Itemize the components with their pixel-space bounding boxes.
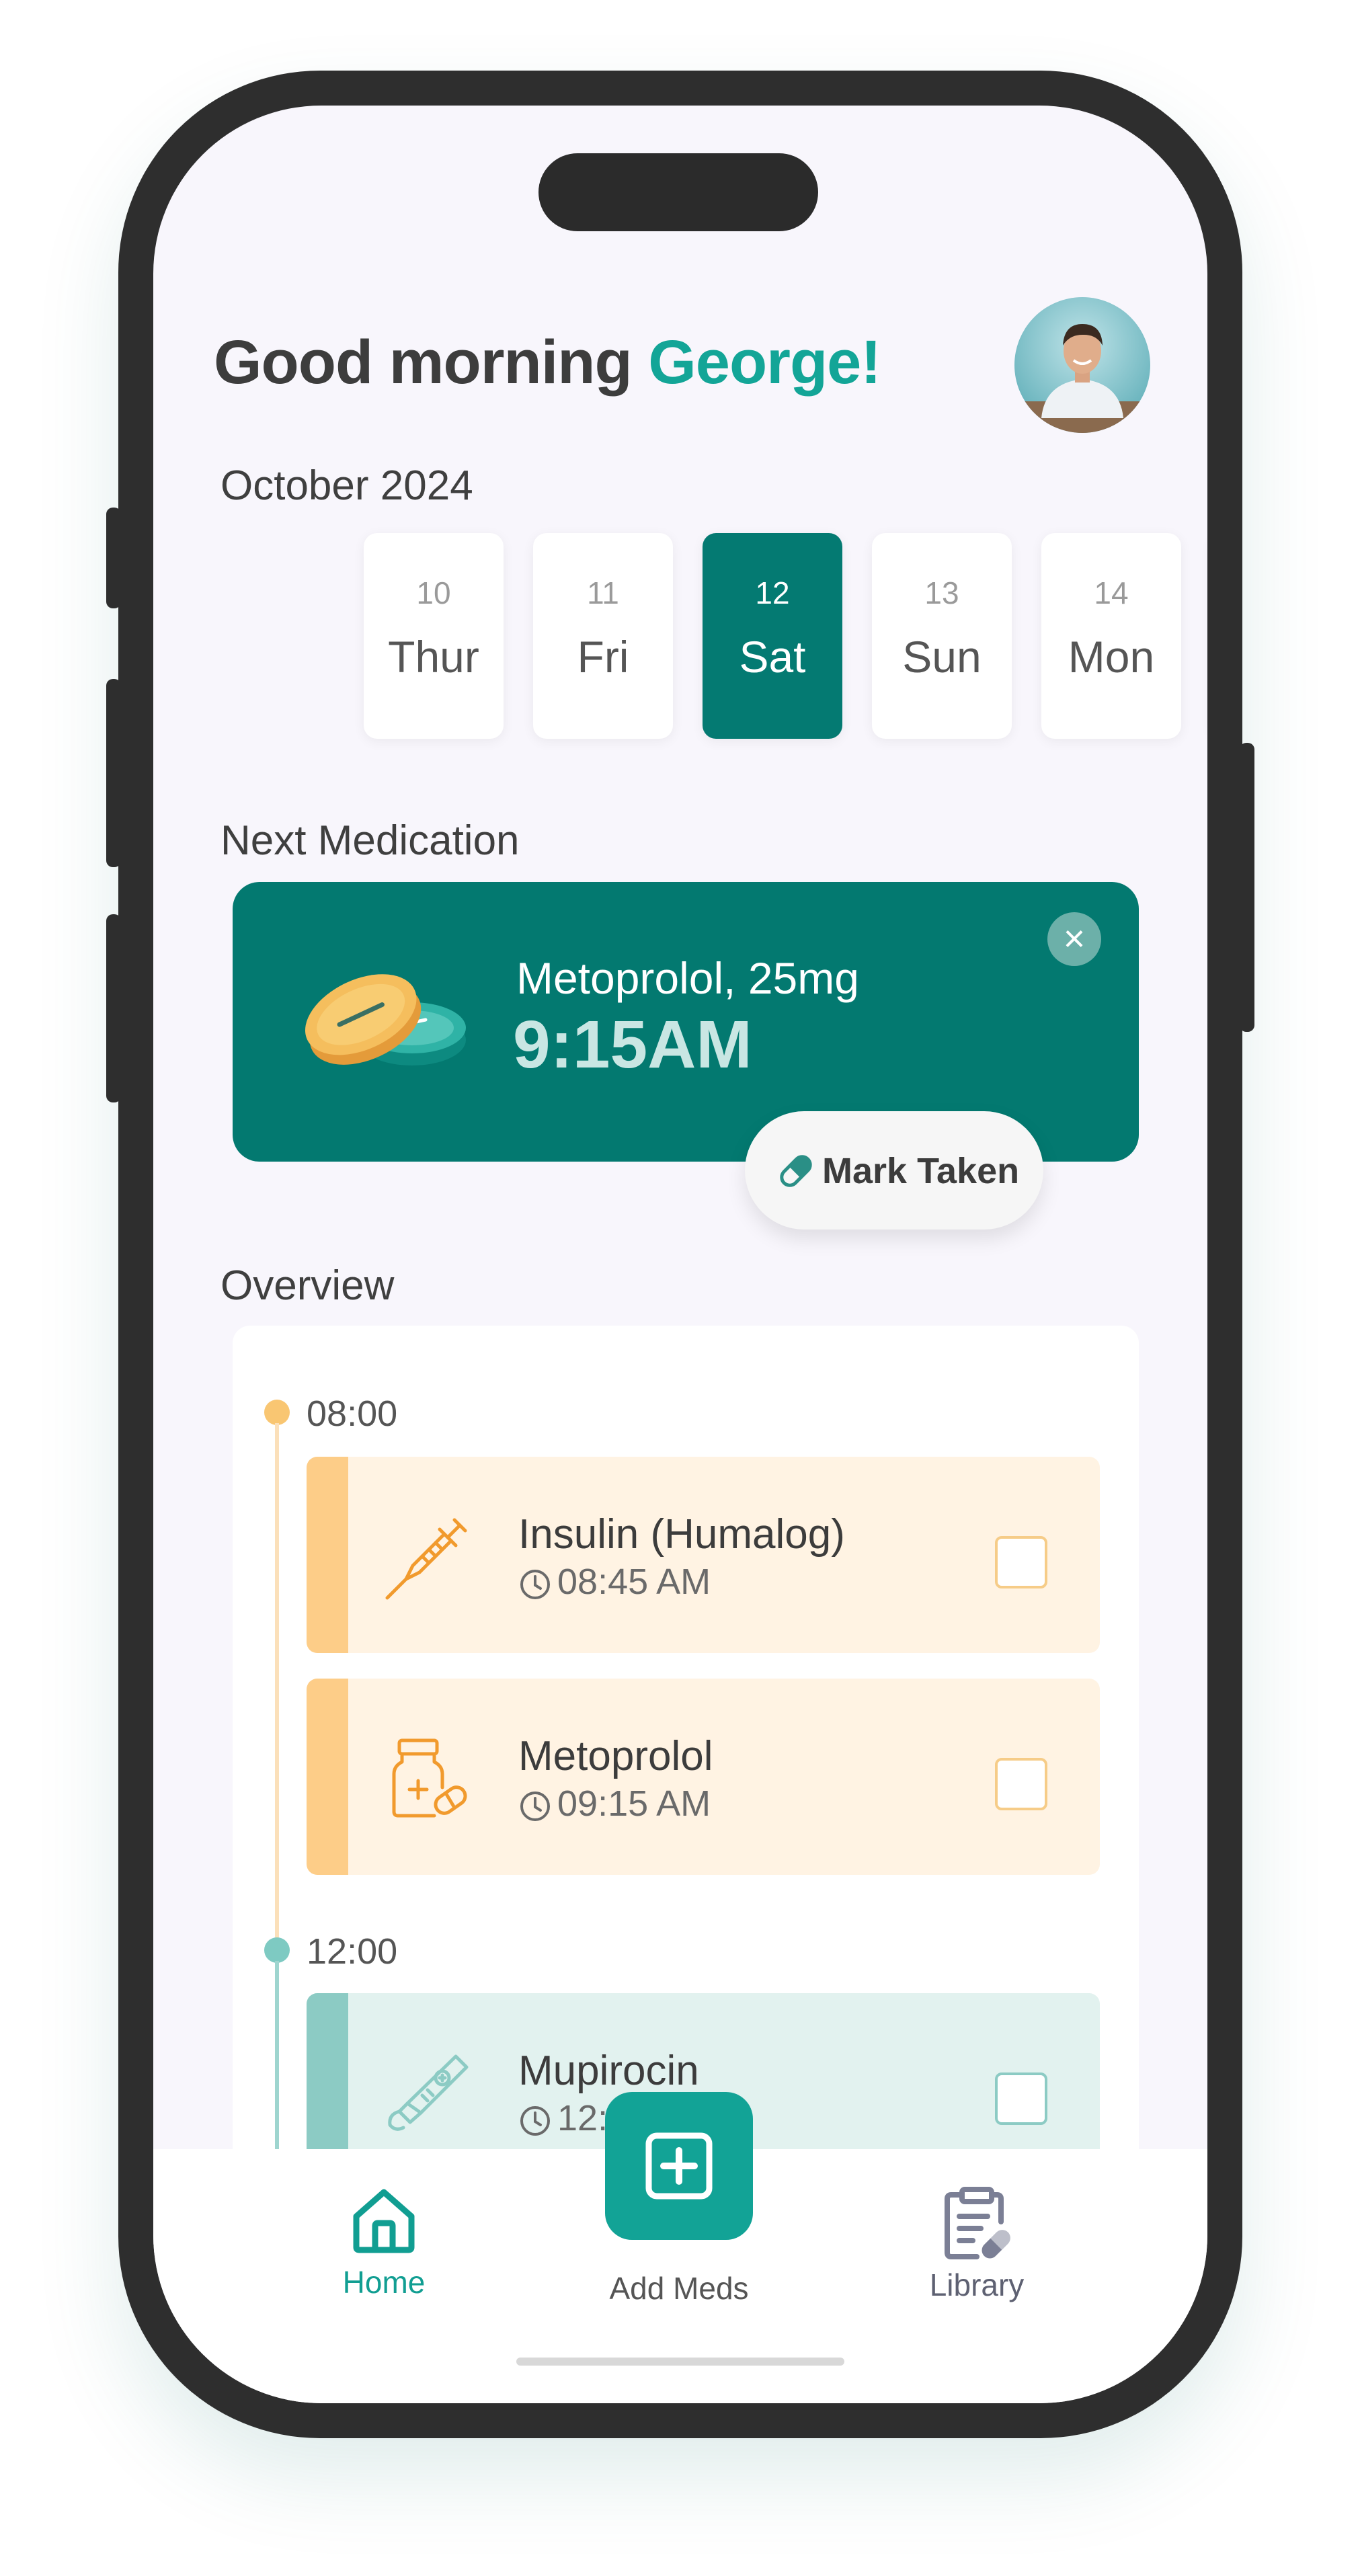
clock-icon bbox=[520, 2105, 550, 2136]
day-name: Sun bbox=[902, 632, 982, 682]
avatar-portrait-icon bbox=[1014, 324, 1150, 433]
home-icon bbox=[353, 2189, 415, 2253]
day-number: 13 bbox=[924, 575, 959, 610]
day-sat-12-selected[interactable]: 12 Sat bbox=[703, 533, 842, 739]
capsule-icon bbox=[780, 1155, 812, 1187]
day-sun-13[interactable]: 13 Sun bbox=[872, 533, 1012, 739]
nav-library-label: Library bbox=[929, 2267, 1025, 2302]
nav-library[interactable]: Library bbox=[910, 2183, 1044, 2303]
nav-home[interactable]: Home bbox=[317, 2183, 451, 2300]
time-group-label: 12:00 bbox=[307, 1931, 398, 1972]
day-mon-14[interactable]: 14 Mon bbox=[1041, 533, 1181, 739]
clock-icon bbox=[520, 1569, 550, 1599]
side-button-power bbox=[1240, 743, 1254, 1032]
side-button-mute bbox=[106, 508, 121, 608]
pill-bottle-icon bbox=[392, 1738, 467, 1818]
app-screen: Good morning George! October 2024 10 Thu… bbox=[153, 106, 1207, 2403]
plus-square-icon bbox=[645, 2132, 713, 2200]
nav-add-meds[interactable]: Add Meds bbox=[590, 2270, 768, 2306]
add-meds-button[interactable] bbox=[605, 2092, 753, 2240]
day-fri-11[interactable]: 11 Fri bbox=[533, 533, 673, 739]
timeline-dot-morning bbox=[264, 1400, 290, 1425]
avatar[interactable] bbox=[1014, 297, 1150, 433]
greeting-text: Good morning bbox=[214, 328, 633, 397]
item-color-bar bbox=[307, 1679, 348, 1875]
day-number: 11 bbox=[587, 575, 619, 610]
close-button[interactable]: × bbox=[1047, 912, 1101, 966]
ointment-tube-icon bbox=[388, 2054, 469, 2131]
day-name: Sat bbox=[739, 632, 806, 682]
day-name: Fri bbox=[577, 632, 629, 682]
med-item-time: 08:45 AM bbox=[518, 1561, 711, 1603]
med-item-time-text: 09:15 AM bbox=[557, 1783, 711, 1824]
mark-taken-label: Mark Taken bbox=[822, 1151, 1020, 1191]
med-item-name: Insulin (Humalog) bbox=[518, 1511, 845, 1558]
med-item-checkbox[interactable] bbox=[995, 1758, 1047, 1810]
day-name: Mon bbox=[1068, 632, 1155, 682]
syringe-icon bbox=[385, 1518, 467, 1600]
item-color-bar bbox=[307, 1457, 348, 1653]
clipboard-icon bbox=[945, 2187, 1014, 2259]
day-thu-10[interactable]: 10 Thur bbox=[364, 533, 504, 739]
next-medication-label: Next Medication bbox=[221, 817, 520, 864]
day-number: 14 bbox=[1094, 575, 1129, 610]
time-group-label: 08:00 bbox=[307, 1394, 398, 1434]
med-item-name: Mupirocin bbox=[518, 2048, 699, 2094]
greeting-title: Good morning George! bbox=[214, 327, 881, 398]
timeline-line-morning bbox=[275, 1423, 279, 1995]
med-item-name: Metoprolol bbox=[518, 1733, 713, 1779]
user-name: George! bbox=[648, 328, 881, 397]
med-item-time: 09:15 AM bbox=[518, 1783, 711, 1824]
day-number: 12 bbox=[755, 575, 790, 610]
next-medication-name: Metoprolol, 25mg bbox=[516, 953, 859, 1003]
dynamic-island bbox=[538, 153, 818, 231]
med-item-time-text: 08:45 AM bbox=[557, 1562, 711, 1602]
day-name: Thur bbox=[388, 632, 479, 682]
timeline-dot-noon bbox=[264, 1937, 290, 1963]
side-button-volume-up bbox=[106, 679, 121, 867]
mark-taken-button[interactable]: Mark Taken bbox=[745, 1111, 1043, 1230]
med-item-checkbox[interactable] bbox=[995, 1536, 1047, 1588]
med-item-checkbox[interactable] bbox=[995, 2072, 1047, 2125]
overview-label: Overview bbox=[221, 1262, 395, 1309]
month-label: October 2024 bbox=[221, 462, 473, 509]
med-item-insulin[interactable]: Insulin (Humalog) 08:45 AM bbox=[307, 1457, 1100, 1653]
clock-icon bbox=[520, 1791, 550, 1821]
nav-home-label: Home bbox=[342, 2265, 426, 2300]
day-number: 10 bbox=[416, 575, 451, 610]
nav-add-meds-label: Add Meds bbox=[609, 2271, 749, 2306]
phone-frame: Good morning George! October 2024 10 Thu… bbox=[106, 71, 1254, 2438]
home-indicator[interactable] bbox=[516, 2358, 844, 2366]
next-medication-time: 9:15AM bbox=[513, 1007, 752, 1082]
pills-icon bbox=[305, 974, 466, 1065]
side-button-volume-down bbox=[106, 914, 121, 1102]
med-item-metoprolol[interactable]: Metoprolol 09:15 AM bbox=[307, 1679, 1100, 1875]
